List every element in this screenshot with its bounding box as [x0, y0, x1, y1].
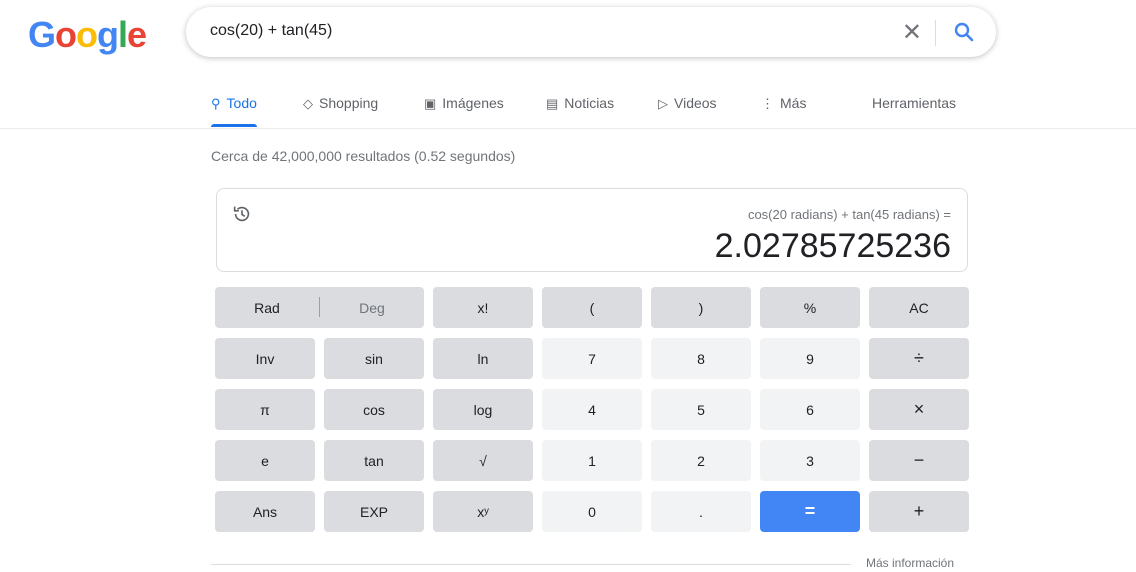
more-vert-icon: ⋮	[761, 96, 774, 111]
tab-label: Noticias	[564, 95, 615, 111]
digit-5-key[interactable]: 5	[651, 389, 751, 430]
cos-key[interactable]: cos	[324, 389, 424, 430]
image-icon: ▣	[424, 96, 437, 111]
logo-letter: o	[76, 14, 98, 55]
factorial-key[interactable]: x!	[433, 287, 533, 328]
decimal-key[interactable]: .	[651, 491, 751, 532]
answer-key[interactable]: Ans	[215, 491, 315, 532]
sqrt-key[interactable]: √	[433, 440, 533, 481]
tab-shopping[interactable]: ◇ Shopping	[303, 95, 378, 112]
play-icon: ▷	[658, 96, 668, 111]
digit-9-key[interactable]: 9	[760, 338, 860, 379]
tab-label: Videos	[674, 95, 717, 111]
tab-imagenes[interactable]: ▣ Imágenes	[424, 95, 504, 112]
tan-key[interactable]: tan	[324, 440, 424, 481]
log-key[interactable]: log	[433, 389, 533, 430]
digit-2-key[interactable]: 2	[651, 440, 751, 481]
power-key[interactable]: xʸ	[433, 491, 533, 532]
header-divider	[0, 128, 1136, 129]
angle-mode-toggle[interactable]: Rad Deg	[215, 287, 424, 328]
exp-key[interactable]: EXP	[324, 491, 424, 532]
logo-letter: o	[55, 14, 77, 55]
tab-mas[interactable]: ⋮ Más	[761, 95, 806, 112]
calculator-display: cos(20 radians) + tan(45 radians) = 2.02…	[216, 188, 968, 272]
calculator-result: 2.02785725236	[714, 227, 951, 265]
tab-label: Todo	[226, 95, 257, 111]
tools-button[interactable]: Herramientas	[872, 95, 956, 111]
percent-key[interactable]: %	[760, 287, 860, 328]
inverse-key[interactable]: Inv	[215, 338, 315, 379]
more-info-link[interactable]: Más información	[866, 556, 954, 570]
search-box[interactable]: cos(20) + tan(45) ✕	[186, 7, 996, 57]
euler-key[interactable]: e	[215, 440, 315, 481]
digit-6-key[interactable]: 6	[760, 389, 860, 430]
sin-key[interactable]: sin	[324, 338, 424, 379]
logo-letter: e	[127, 14, 147, 55]
rad-button[interactable]: Rad	[215, 287, 319, 328]
tab-label: Shopping	[319, 95, 379, 111]
digit-3-key[interactable]: 3	[760, 440, 860, 481]
close-icon[interactable]: ✕	[902, 18, 922, 47]
search-divider	[935, 20, 936, 46]
digit-8-key[interactable]: 8	[651, 338, 751, 379]
minus-key[interactable]: −	[869, 440, 969, 481]
digit-4-key[interactable]: 4	[542, 389, 642, 430]
result-stats: Cerca de 42,000,000 resultados (0.52 seg…	[211, 148, 516, 164]
tab-label: Más	[780, 95, 807, 111]
tab-label: Imágenes	[442, 95, 504, 111]
equals-key[interactable]: =	[760, 491, 860, 532]
search-input[interactable]: cos(20) + tan(45)	[210, 22, 332, 40]
search-icon[interactable]	[952, 20, 976, 44]
all-clear-key[interactable]: AC	[869, 287, 969, 328]
logo-letter: g	[97, 14, 119, 55]
calculator-expression: cos(20 radians) + tan(45 radians) =	[747, 207, 951, 222]
plus-key[interactable]: +	[869, 491, 969, 532]
digit-0-key[interactable]: 0	[542, 491, 642, 532]
tab-noticias[interactable]: ▤ Noticias	[546, 95, 614, 112]
deg-button[interactable]: Deg	[320, 287, 424, 328]
search-icon: ⚲	[211, 96, 221, 111]
logo-letter: G	[28, 14, 56, 55]
tag-icon: ◇	[303, 96, 313, 111]
open-paren-key[interactable]: (	[542, 287, 642, 328]
tab-videos[interactable]: ▷ Videos	[658, 95, 717, 112]
divide-key[interactable]: ÷	[869, 338, 969, 379]
google-logo[interactable]: Google	[28, 14, 147, 56]
ln-key[interactable]: ln	[433, 338, 533, 379]
multiply-key[interactable]: ×	[869, 389, 969, 430]
news-icon: ▤	[546, 96, 559, 111]
history-icon[interactable]	[231, 203, 253, 225]
digit-7-key[interactable]: 7	[542, 338, 642, 379]
digit-1-key[interactable]: 1	[542, 440, 642, 481]
footer-divider	[211, 564, 851, 565]
pi-key[interactable]: π	[215, 389, 315, 430]
tab-todo[interactable]: ⚲ Todo	[211, 95, 257, 127]
close-paren-key[interactable]: )	[651, 287, 751, 328]
logo-letter: l	[118, 14, 128, 55]
